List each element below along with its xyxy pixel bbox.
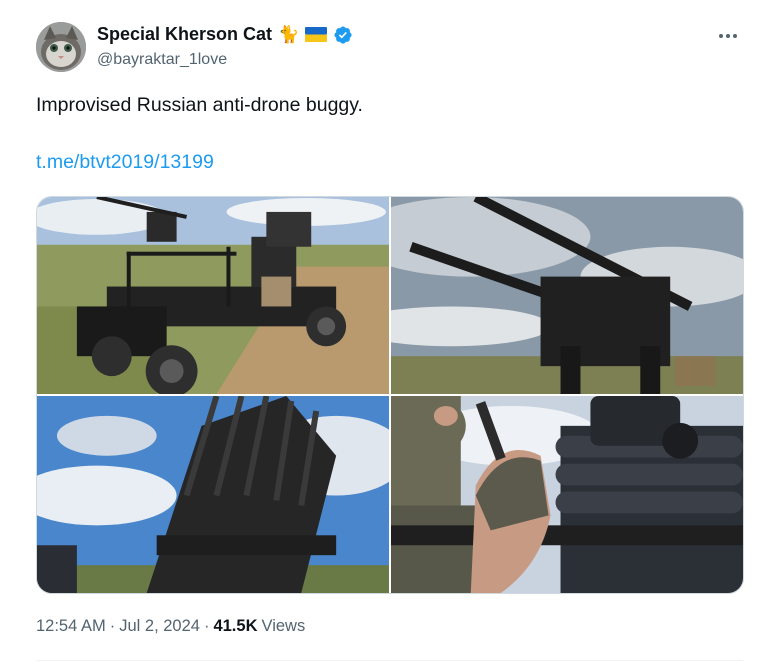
avatar[interactable]	[36, 22, 86, 72]
separator: ·	[203, 617, 210, 635]
ukraine-flag-icon	[305, 27, 328, 42]
tweet: Special Kherson Cat 🐈 @bayraktar_1love I…	[0, 0, 757, 666]
photo-4[interactable]	[391, 396, 743, 593]
media-grid	[36, 196, 744, 594]
author-name-row: Special Kherson Cat 🐈	[97, 24, 353, 45]
separator: ·	[109, 617, 116, 635]
more-dots-icon	[719, 34, 737, 38]
tweet-link[interactable]: t.me/btvt2019/13199	[36, 151, 214, 174]
photo-3[interactable]	[37, 396, 389, 593]
rocket-rack-photo	[37, 396, 389, 593]
tweet-text: Improvised Russian anti-drone buggy.	[36, 94, 363, 116]
more-button[interactable]	[713, 24, 743, 48]
gloved-hand-photo	[391, 396, 743, 593]
author-handle[interactable]: @bayraktar_1love	[97, 51, 227, 69]
tweet-meta: 12:54 AM · Jul 2, 2024 · 41.5K Views	[36, 617, 305, 636]
photo-1[interactable]	[37, 197, 389, 394]
views-count: 41.5K	[213, 617, 258, 635]
twin-guns-photo	[391, 197, 743, 394]
buggy-photo	[37, 197, 389, 394]
display-name[interactable]: Special Kherson Cat	[97, 24, 272, 45]
cat-emoji: 🐈	[278, 25, 300, 44]
photo-2[interactable]	[391, 197, 743, 394]
tweet-time[interactable]: 12:54 AM	[36, 617, 106, 636]
views-label: Views	[261, 617, 306, 635]
tweet-date[interactable]: Jul 2, 2024	[119, 617, 200, 636]
verified-badge-icon[interactable]	[333, 25, 353, 45]
cat-avatar-image	[36, 22, 86, 72]
divider	[36, 660, 743, 661]
